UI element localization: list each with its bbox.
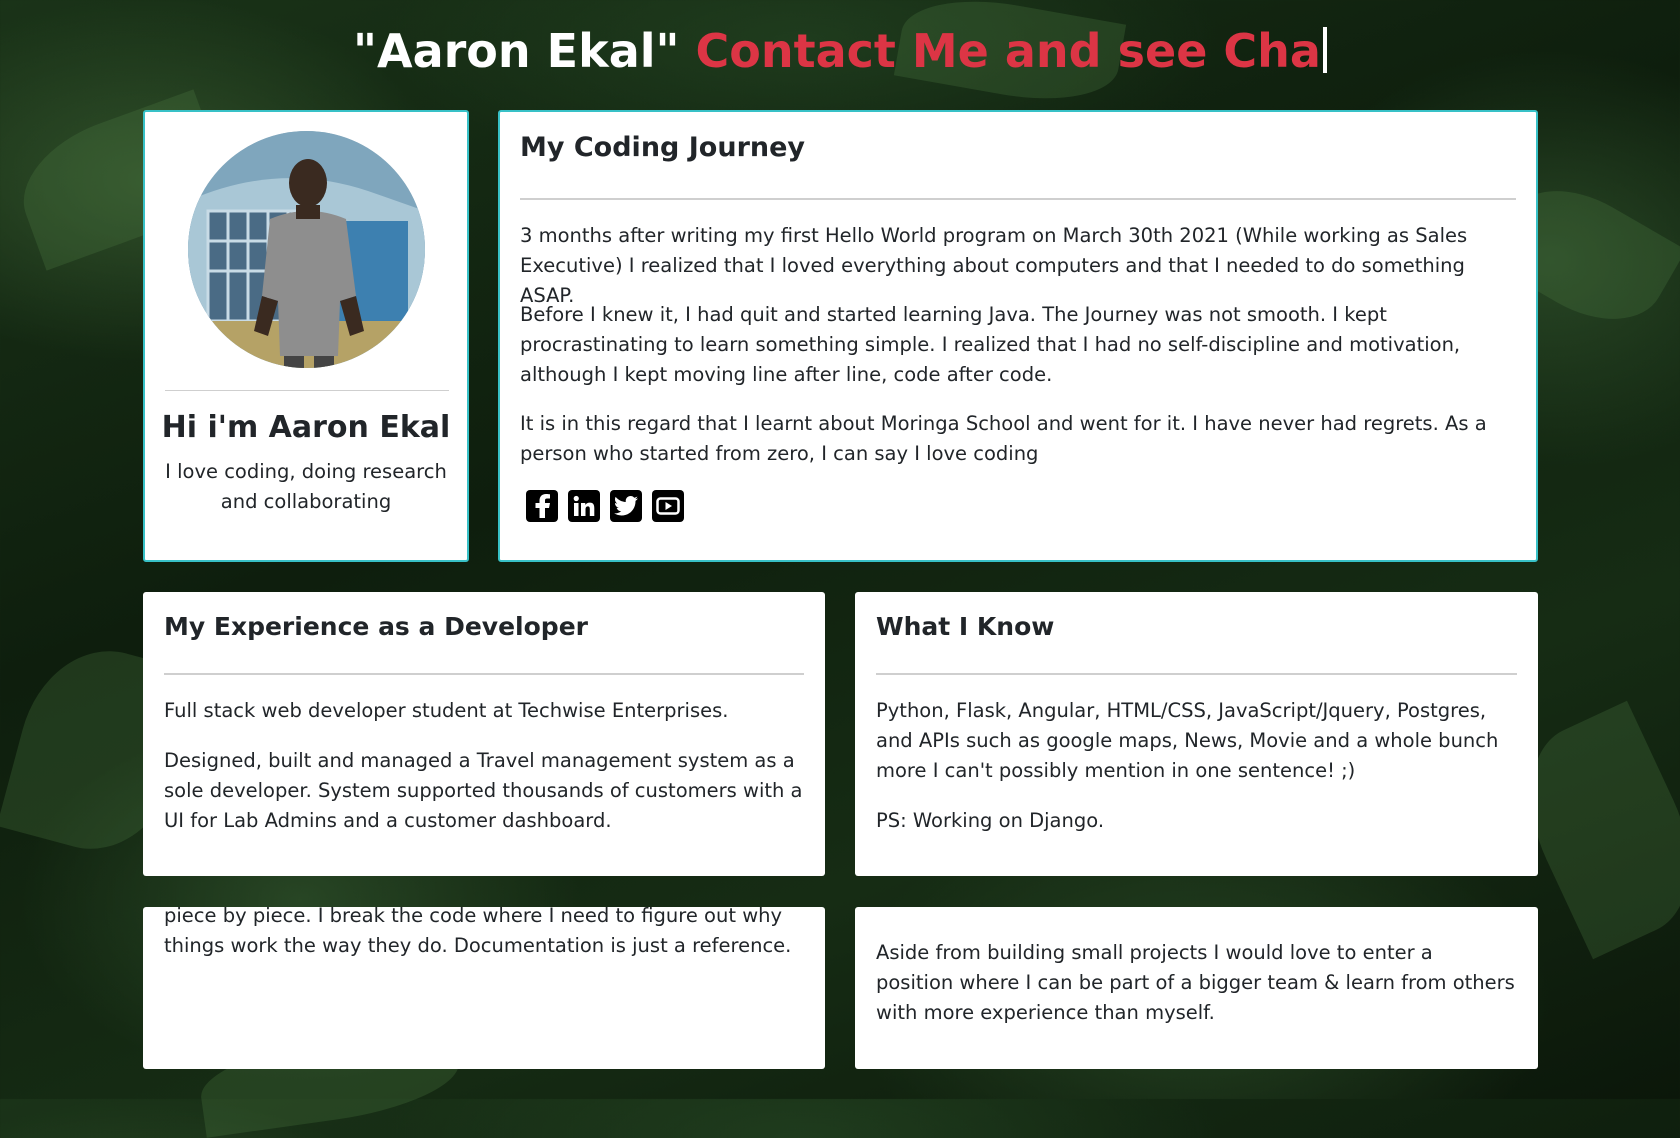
experience-title: My Experience as a Developer (164, 612, 588, 641)
experience-card: My Experience as a Developer Full stack … (143, 592, 825, 876)
twitter-icon[interactable] (610, 490, 642, 522)
avatar (188, 131, 425, 368)
facebook-icon[interactable] (526, 490, 558, 522)
approach-paragraph: piece by piece. I break the code where I… (164, 907, 792, 957)
what-i-know-card: What I Know Python, Flask, Angular, HTML… (855, 592, 1538, 876)
youtube-icon[interactable] (652, 490, 684, 522)
social-links (526, 490, 684, 522)
avatar-photo (188, 131, 425, 368)
linkedin-icon[interactable] (568, 490, 600, 522)
typing-cursor (1322, 27, 1327, 73)
page-header: "Aaron Ekal" Contact Me and see Cha (0, 14, 1680, 89)
header-name: "Aaron Ekal" (353, 24, 680, 78)
profile-name: Hi i'm Aaron Ekal (161, 410, 451, 445)
profile-divider (165, 390, 449, 391)
experience-paragraph: Designed, built and managed a Travel man… (164, 749, 803, 832)
journey-paragraph: It is in this regard that I learnt about… (520, 412, 1487, 465)
coding-journey-card: My Coding Journey 3 months after writing… (498, 110, 1538, 562)
know-title: What I Know (876, 612, 1055, 641)
profile-card: Hi i'm Aaron Ekal I love coding, doing r… (143, 110, 469, 562)
know-paragraph: PS: Working on Django. (876, 809, 1105, 832)
journey-paragraph: Before I knew it, I had quit and started… (520, 303, 1461, 386)
journey-divider (520, 198, 1516, 200)
profile-bio: I love coding, doing research and collab… (165, 460, 447, 513)
experience-paragraph: Full stack web developer student at Tech… (164, 699, 729, 722)
know-paragraph: Python, Flask, Angular, HTML/CSS, JavaSc… (876, 699, 1499, 782)
journey-paragraph: 3 months after writing my first Hello Wo… (520, 224, 1468, 307)
approach-card: piece by piece. I break the code where I… (143, 907, 825, 1069)
header-typed-text: Contact Me and see Cha (695, 24, 1321, 78)
goals-paragraph: Aside from building small projects I wou… (876, 941, 1515, 1024)
experience-divider (164, 673, 804, 675)
goals-card: Aside from building small projects I wou… (855, 907, 1538, 1069)
journey-title: My Coding Journey (520, 132, 806, 163)
know-divider (876, 673, 1517, 675)
